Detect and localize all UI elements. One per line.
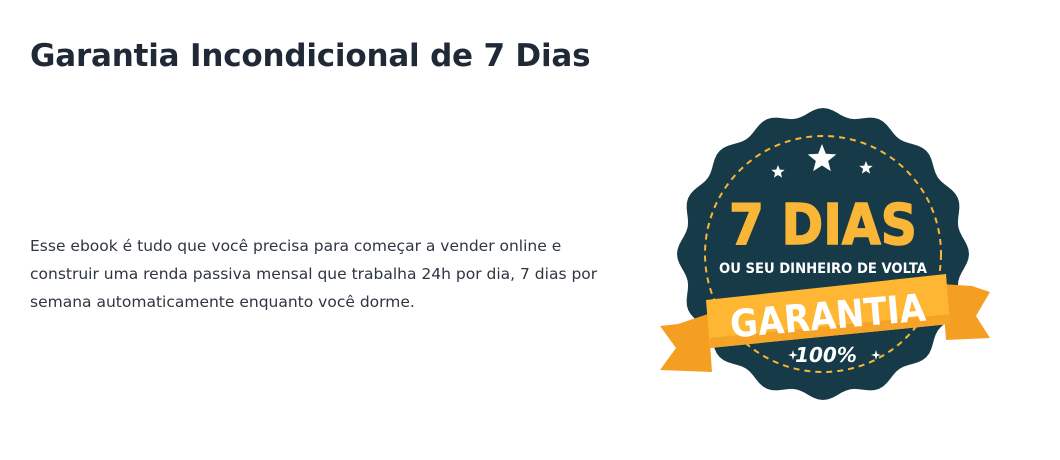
badge-subline: OU SEU DINHEIRO DE VOLTA — [719, 261, 927, 277]
ribbon-tail-left — [660, 314, 712, 372]
guarantee-badge-graphic: 7 DIAS OU SEU DINHEIRO DE VOLTA GARANTIA… — [660, 108, 990, 400]
badge-headline: 7 DIAS — [729, 193, 917, 258]
guarantee-description: Esse ebook é tudo que você precisa para … — [30, 237, 598, 311]
badge-percent: 100% — [795, 343, 857, 367]
ribbon-tail-right — [942, 284, 990, 340]
page-title: Garantia Incondicional de 7 Dias — [30, 38, 591, 74]
guarantee-badge: 7 DIAS OU SEU DINHEIRO DE VOLTA GARANTIA… — [650, 102, 1000, 407]
